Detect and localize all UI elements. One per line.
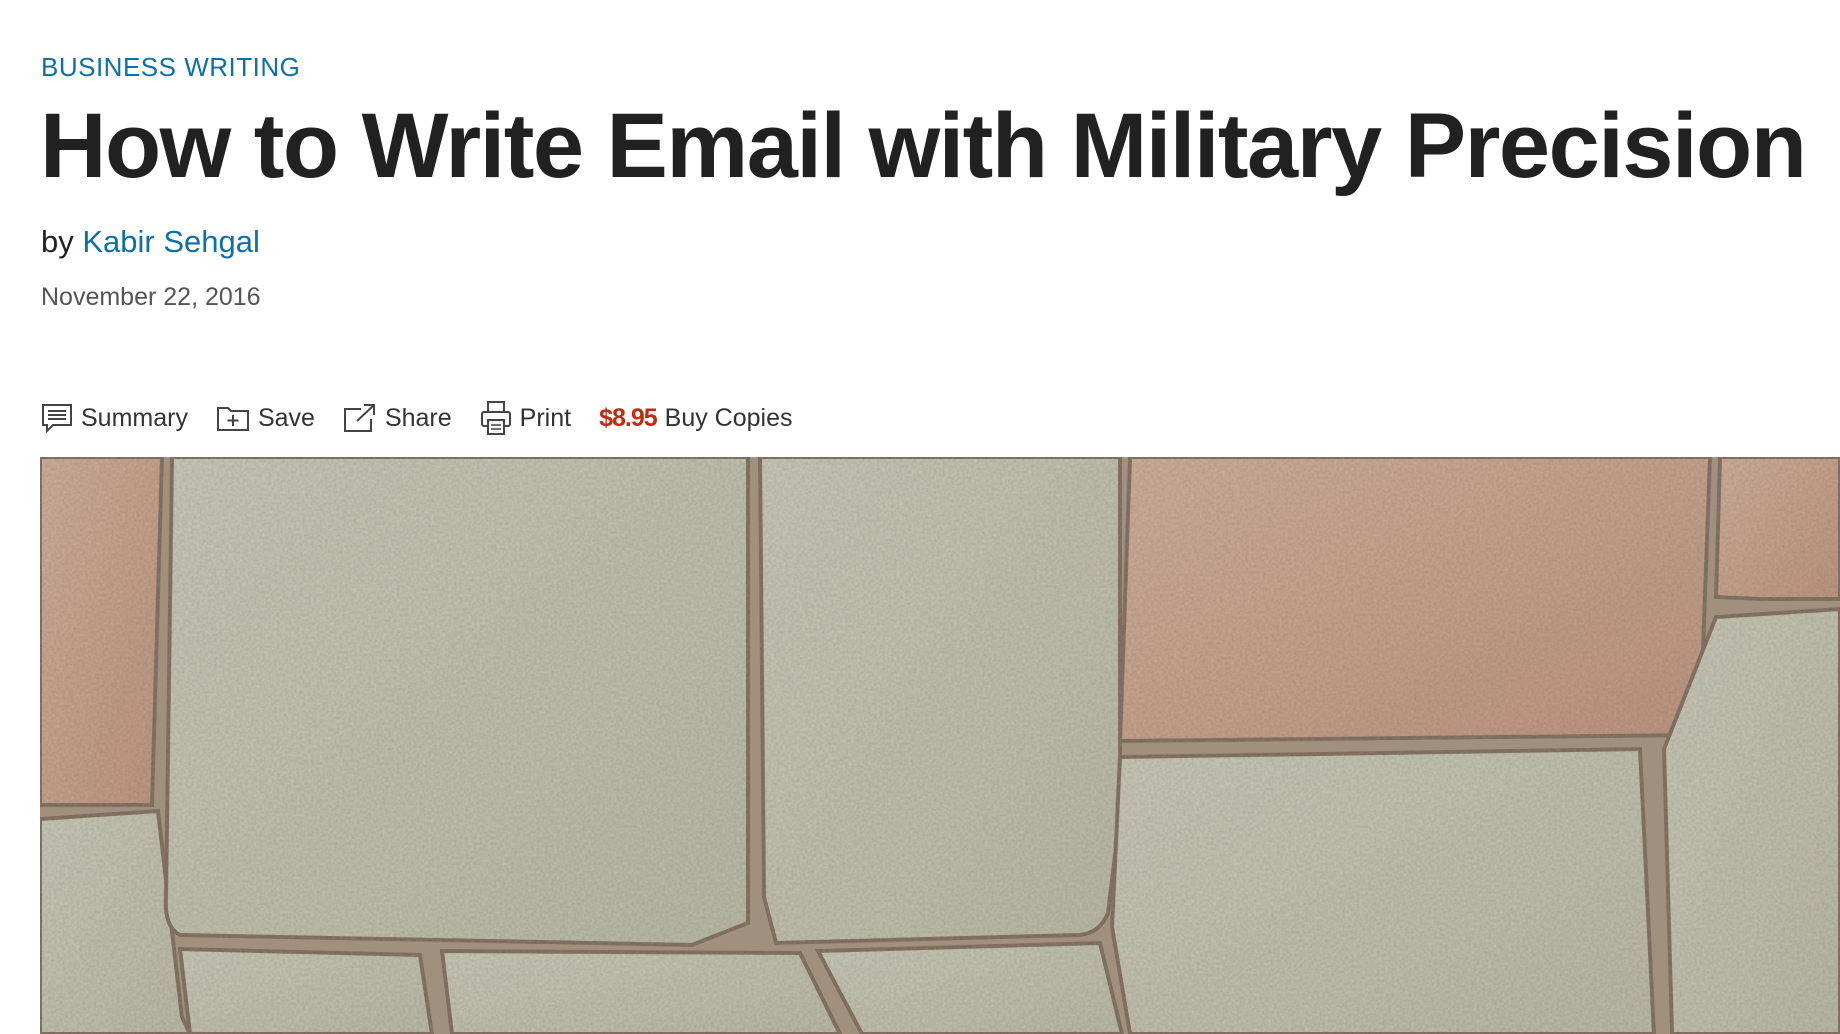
print-label: Print bbox=[519, 403, 572, 432]
summary-label: Summary bbox=[81, 403, 188, 432]
summary-button[interactable]: Summary bbox=[41, 403, 188, 433]
save-label: Save bbox=[257, 403, 315, 432]
article-title: How to Write Email with Military Precisi… bbox=[40, 95, 1807, 197]
buy-copies-button[interactable]: $8.95 Buy Copies bbox=[599, 404, 792, 433]
print-button[interactable]: Print bbox=[480, 400, 571, 436]
byline-prefix: by bbox=[41, 224, 74, 259]
price-tag: $8.95 bbox=[599, 403, 658, 432]
author-link[interactable]: Kabir Sehgal bbox=[82, 224, 260, 259]
save-button[interactable]: Save bbox=[216, 404, 315, 433]
share-button[interactable]: Share bbox=[343, 403, 452, 433]
folder-plus-icon bbox=[216, 407, 249, 431]
printer-icon bbox=[480, 401, 511, 435]
article-toolbar: Summary Save Share Print $8.95 Buy Copie… bbox=[41, 396, 821, 440]
share-label: Share bbox=[384, 403, 452, 432]
summary-icon bbox=[42, 404, 72, 433]
publish-date: November 22, 2016 bbox=[41, 283, 261, 311]
byline: by Kabir Sehgal bbox=[41, 224, 260, 260]
buy-copies-label: Buy Copies bbox=[664, 403, 793, 432]
share-icon bbox=[343, 404, 375, 432]
hero-image bbox=[40, 457, 1840, 1034]
topic-link[interactable]: BUSINESS WRITING bbox=[41, 52, 300, 83]
